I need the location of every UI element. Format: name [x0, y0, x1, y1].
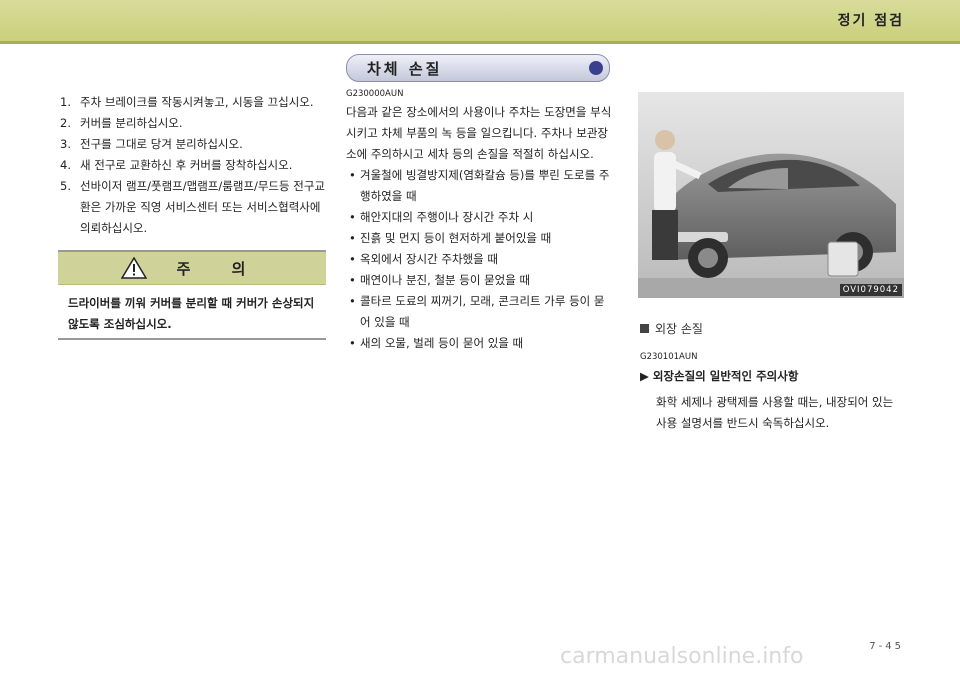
- section-code: G230101AUN: [640, 352, 698, 362]
- list-item: 매연이나 분진, 철분 등이 묻었을 때: [346, 270, 612, 291]
- step-text: 새 전구로 교환하신 후 커버를 장착하십시오.: [80, 158, 293, 172]
- page-section-title: 정기 점검: [837, 13, 904, 29]
- warning-triangle-icon: [120, 257, 147, 279]
- list-item: 해안지대의 주행이나 장시간 주차 시: [346, 207, 612, 228]
- page-number: 7-45: [869, 641, 904, 652]
- sub-title: ▶ 외장손질의 일반적인 주의사항: [640, 369, 799, 383]
- step-text: 주차 브레이크를 작동시켜놓고, 시동을 끄십시오.: [80, 95, 314, 109]
- list-item: 2. 커버를 분리하십시오.: [60, 113, 328, 134]
- list-item: 진흙 및 먼지 등이 현저하게 붙어있을 때: [346, 228, 612, 249]
- body-care-text: 다음과 같은 장소에서의 사용이나 주차는 도장면을 부식시키고 차체 부품의 …: [346, 102, 612, 354]
- section-title-pill: 차체 손질: [346, 54, 610, 82]
- exterior-care-title: 외장 손질: [655, 322, 703, 336]
- section-code: G230000AUN: [346, 89, 404, 99]
- exterior-care-heading: 외장 손질: [640, 320, 703, 337]
- square-bullet-icon: [640, 324, 649, 333]
- caution-title: 주 의: [176, 259, 264, 278]
- header-rule: [0, 41, 960, 44]
- list-item: 5. 선바이저 램프/풋램프/맵램프/룸램프/무드등 전구교환은 가까운 직영 서…: [60, 176, 328, 239]
- caution-header: 주 의: [58, 252, 326, 285]
- caution-body: 드라이버를 끼워 커버를 분리할 때 커버가 손상되지 않도록 조심하십시오.: [68, 296, 315, 331]
- section-title: 차체 손질: [367, 60, 443, 78]
- intro-paragraph: 다음과 같은 장소에서의 사용이나 주차는 도장면을 부식시키고 차체 부품의 …: [346, 105, 612, 161]
- step-number: 4.: [60, 158, 71, 172]
- exterior-care-text: 화학 세제나 광택제를 사용할 때는, 내장되어 있는 사용 설명서를 반드시 …: [656, 395, 894, 430]
- caution-box: 주 의 드라이버를 끼워 커버를 분리할 때 커버가 손상되지 않도록 조심하십…: [58, 250, 326, 340]
- list-item: 옥외에서 장시간 주차했을 때: [346, 249, 612, 270]
- watermark: carmanualsonline.info: [560, 644, 804, 669]
- bulb-replacement-steps: 1. 주차 브레이크를 작동시켜놓고, 시동을 끄십시오. 2. 커버를 분리하십시…: [60, 92, 328, 239]
- pill-dot-icon: [589, 61, 603, 75]
- bullet-list: 겨울철에 빙결방지제(염화칼슘 등)를 뿌린 도로를 주행하였을 때 해안지대의…: [346, 165, 612, 354]
- step-number: 3.: [60, 137, 71, 151]
- list-item: 겨울철에 빙결방지제(염화칼슘 등)를 뿌린 도로를 주행하였을 때: [346, 165, 612, 207]
- car-washing-photo: OVI079042: [638, 92, 904, 298]
- step-number: 1.: [60, 95, 71, 109]
- list-item: 1. 주차 브레이크를 작동시켜놓고, 시동을 끄십시오.: [60, 92, 328, 113]
- list-item: 3. 전구를 그대로 당겨 분리하십시오.: [60, 134, 328, 155]
- list-item: 콜타르 도료의 찌꺼기, 모래, 콘크리트 가루 등이 묻어 있을 때: [346, 291, 612, 333]
- photo-code: OVI079042: [839, 284, 902, 296]
- list-item: 새의 오물, 벌레 등이 묻어 있을 때: [346, 333, 612, 354]
- step-number: 2.: [60, 116, 71, 130]
- header-band: 정기 점검: [0, 0, 960, 44]
- step-number: 5.: [60, 179, 71, 193]
- step-text: 커버를 분리하십시오.: [80, 116, 183, 130]
- step-text: 전구를 그대로 당겨 분리하십시오.: [80, 137, 243, 151]
- step-text: 선바이저 램프/풋램프/맵램프/룸램프/무드등 전구교환은 가까운 직영 서비스…: [80, 179, 325, 235]
- car-washing-illustration: [638, 92, 904, 298]
- list-item: 4. 새 전구로 교환하신 후 커버를 장착하십시오.: [60, 155, 328, 176]
